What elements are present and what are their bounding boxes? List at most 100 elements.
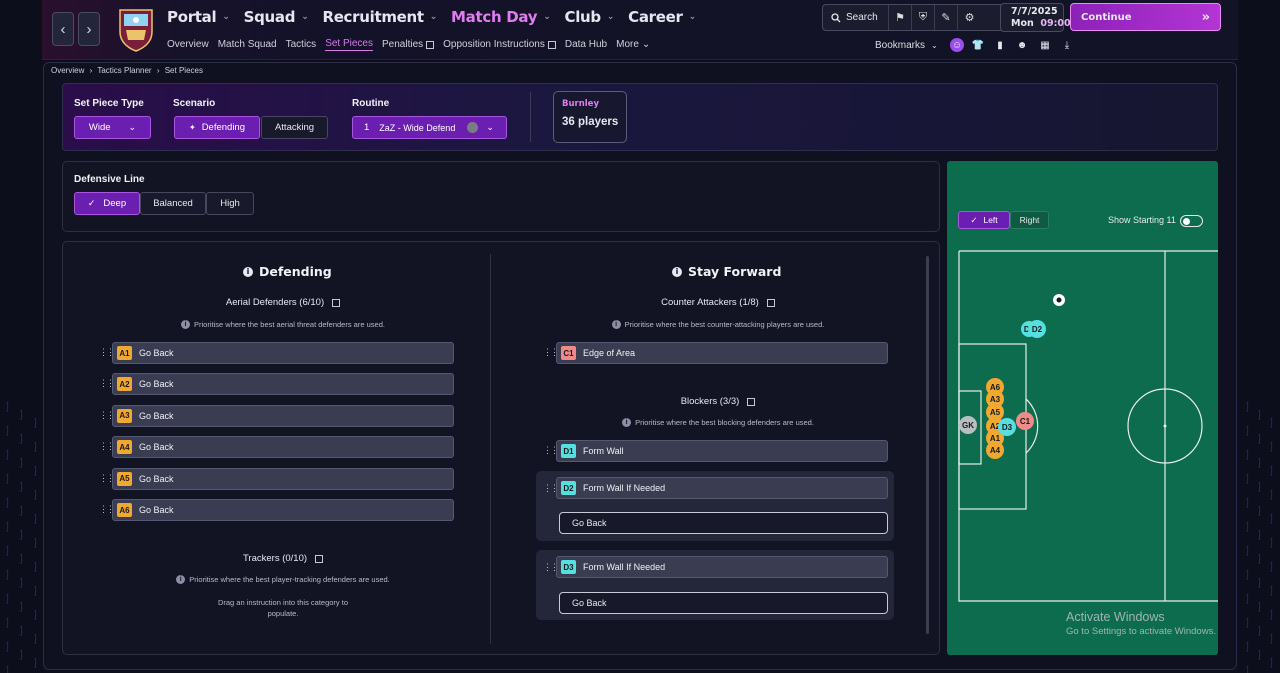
counter-hint-text: Prioritise where the best counter-attack… xyxy=(624,320,825,329)
bracket-glyph: ] xyxy=(1256,432,1263,445)
calendar-icon[interactable]: ▦ xyxy=(1038,38,1052,52)
aerial-defenders-label: Aerial Defenders (6/10) xyxy=(225,297,325,308)
bracket-glyph: ] xyxy=(18,648,25,661)
drag-handle-icon[interactable]: ⋮⋮ xyxy=(543,483,559,494)
blocker-row[interactable]: D1 Form Wall xyxy=(556,440,888,462)
breadcrumb-tactics-planner[interactable]: Tactics Planner xyxy=(97,66,151,75)
drag-handle-icon[interactable]: ⋮⋮ xyxy=(99,347,115,358)
download-icon[interactable]: ⤓ xyxy=(1060,38,1074,52)
sub-nav-label: Overview xyxy=(167,39,209,50)
sub-nav-set-pieces[interactable]: Set Pieces xyxy=(325,38,373,51)
bracket-glyph: ] xyxy=(1244,448,1251,461)
club-crest-icon[interactable] xyxy=(116,6,156,52)
breadcrumb-overview[interactable]: Overview xyxy=(51,66,84,75)
search-button[interactable]: Search xyxy=(823,5,889,30)
defensive-line-deep-button[interactable]: ✓ Deep xyxy=(74,192,140,215)
sub-nav-overview[interactable]: Overview xyxy=(167,38,209,51)
external-link-icon[interactable] xyxy=(315,554,324,563)
scenario-label: Scenario xyxy=(173,98,216,109)
drag-handle-icon[interactable]: ⋮⋮ xyxy=(99,410,115,421)
drag-handle-icon[interactable]: ⋮⋮ xyxy=(543,562,559,573)
bracket-glyph: ] xyxy=(32,488,39,501)
scenario-defending-button[interactable]: ✦ Defending xyxy=(174,116,260,139)
external-link-icon[interactable] xyxy=(332,298,341,307)
marker-a4[interactable]: A4 xyxy=(986,441,1004,459)
drag-handle-icon[interactable]: ⋮⋮ xyxy=(543,347,559,358)
routine-value: ZaZ - Wide Defend xyxy=(379,122,456,133)
marker-d2[interactable]: D2 xyxy=(1028,320,1046,338)
sub-nav-more[interactable]: More ⌄ xyxy=(616,38,650,51)
bracket-glyph: ] xyxy=(18,504,25,517)
aerial-row[interactable]: A6 Go Back xyxy=(112,499,454,521)
search-label: Search xyxy=(846,12,878,23)
chat-icon[interactable]: ☺ xyxy=(950,38,964,52)
blocker-tag: D3 xyxy=(561,560,576,574)
staff-icon[interactable]: ☻ xyxy=(1015,38,1029,52)
blocker-sub-instruction[interactable]: Go Back xyxy=(559,592,888,614)
aerial-row[interactable]: A2 Go Back xyxy=(112,373,454,396)
drag-handle-icon[interactable]: ⋮⋮ xyxy=(99,473,115,484)
sub-nav-opposition-instructions[interactable]: Opposition Instructions xyxy=(443,38,556,51)
chevron-down-icon: ⌄ xyxy=(429,12,438,22)
bookmarks-dropdown[interactable]: Bookmarks ⌄ xyxy=(875,40,938,51)
sub-nav-penalties[interactable]: Penalties xyxy=(382,38,435,51)
trackers-title: Trackers (0/10) xyxy=(112,553,454,564)
inbox-button[interactable]: ⚑ xyxy=(889,5,912,30)
top-header: ‹ › Portal ⌄ Squad ⌄ Recruitment ⌄ Match Day ⌄ C… xyxy=(42,0,1238,60)
edit-button[interactable]: ✎ xyxy=(935,5,958,30)
main-nav-portal[interactable]: Portal ⌄ xyxy=(167,6,230,28)
blockers-hint-text: Prioritise where the best blocking defen… xyxy=(635,418,814,427)
bracket-glyph: ] xyxy=(1244,400,1251,413)
back-button[interactable]: ‹ xyxy=(52,12,74,46)
sub-nav-data-hub[interactable]: Data Hub xyxy=(565,38,607,51)
main-nav-match-day[interactable]: Match Day ⌄ xyxy=(451,6,551,28)
club-name: Burnley xyxy=(562,99,599,109)
bracket-glyph: ] xyxy=(1256,528,1263,541)
ball-icon xyxy=(1053,294,1065,306)
external-link-icon[interactable] xyxy=(747,397,756,406)
settings-button[interactable]: ⚙ xyxy=(958,5,981,30)
sub-nav-match-squad[interactable]: Match Squad xyxy=(218,38,277,51)
clipboard-icon[interactable]: ▮ xyxy=(993,38,1007,52)
blocker-row[interactable]: D3 Form Wall If Needed xyxy=(556,556,888,578)
game-date[interactable]: 7/7/2025 Mon 09:00 xyxy=(1000,3,1071,32)
drag-handle-icon[interactable]: ⋮⋮ xyxy=(99,441,115,452)
scenario-attacking-button[interactable]: Attacking xyxy=(261,116,328,139)
drag-handle-icon[interactable]: ⋮⋮ xyxy=(99,504,115,515)
main-nav-label: Match Day xyxy=(451,8,538,26)
aerial-row[interactable]: A5 Go Back xyxy=(112,467,454,490)
info-icon: i xyxy=(672,266,682,277)
main-nav-recruitment[interactable]: Recruitment ⌄ xyxy=(322,6,437,28)
marker-gk[interactable]: GK xyxy=(959,416,977,434)
pitch-diagram[interactable]: GK D1 D2 A6 A3 A5 A2 A1 A4 D3 C1 xyxy=(947,161,1218,655)
watermark-line1: Activate Windows xyxy=(1066,610,1165,624)
bracket-glyph: ] xyxy=(18,432,25,445)
marker-d3[interactable]: D3 xyxy=(998,418,1016,436)
marker-c1[interactable]: C1 xyxy=(1016,412,1034,430)
defensive-line-balanced-button[interactable]: Balanced xyxy=(140,192,206,215)
tactics-button[interactable]: ⛨ xyxy=(912,5,935,30)
main-nav-club[interactable]: Club ⌄ xyxy=(565,6,615,28)
continue-button[interactable]: Continue » xyxy=(1070,3,1221,31)
sub-nav-tactics[interactable]: Tactics xyxy=(286,38,317,51)
main-nav-squad[interactable]: Squad ⌄ xyxy=(244,6,309,28)
aerial-row[interactable]: A4 Go Back xyxy=(112,436,454,459)
set-piece-type-dropdown[interactable]: Wide ⌄ xyxy=(74,116,151,139)
defensive-line-high-button[interactable]: High xyxy=(206,192,254,215)
forward-button[interactable]: › xyxy=(78,12,100,46)
drag-handle-icon[interactable]: ⋮⋮ xyxy=(99,378,115,389)
external-link-icon[interactable] xyxy=(766,298,775,307)
main-nav-career[interactable]: Career ⌄ xyxy=(628,6,696,28)
bracket-glyph: ] xyxy=(4,568,11,581)
scrollbar[interactable] xyxy=(926,256,929,634)
aerial-row[interactable]: A1 Go Back xyxy=(112,342,454,364)
aerial-row[interactable]: A3 Go Back xyxy=(112,404,454,427)
blocker-row[interactable]: D2 Form Wall If Needed xyxy=(556,477,888,499)
blocker-sub-instruction[interactable]: Go Back xyxy=(559,512,888,534)
routine-label: Routine xyxy=(352,98,390,109)
drag-handle-icon[interactable]: ⋮⋮ xyxy=(543,445,559,456)
routine-dropdown[interactable]: 1 ZaZ - Wide Defend ⌄ xyxy=(352,116,507,139)
kit-icon[interactable]: 👕 xyxy=(971,38,985,52)
bracket-glyph: ] xyxy=(4,400,11,413)
counter-row[interactable]: C1 Edge of Area xyxy=(556,342,888,364)
